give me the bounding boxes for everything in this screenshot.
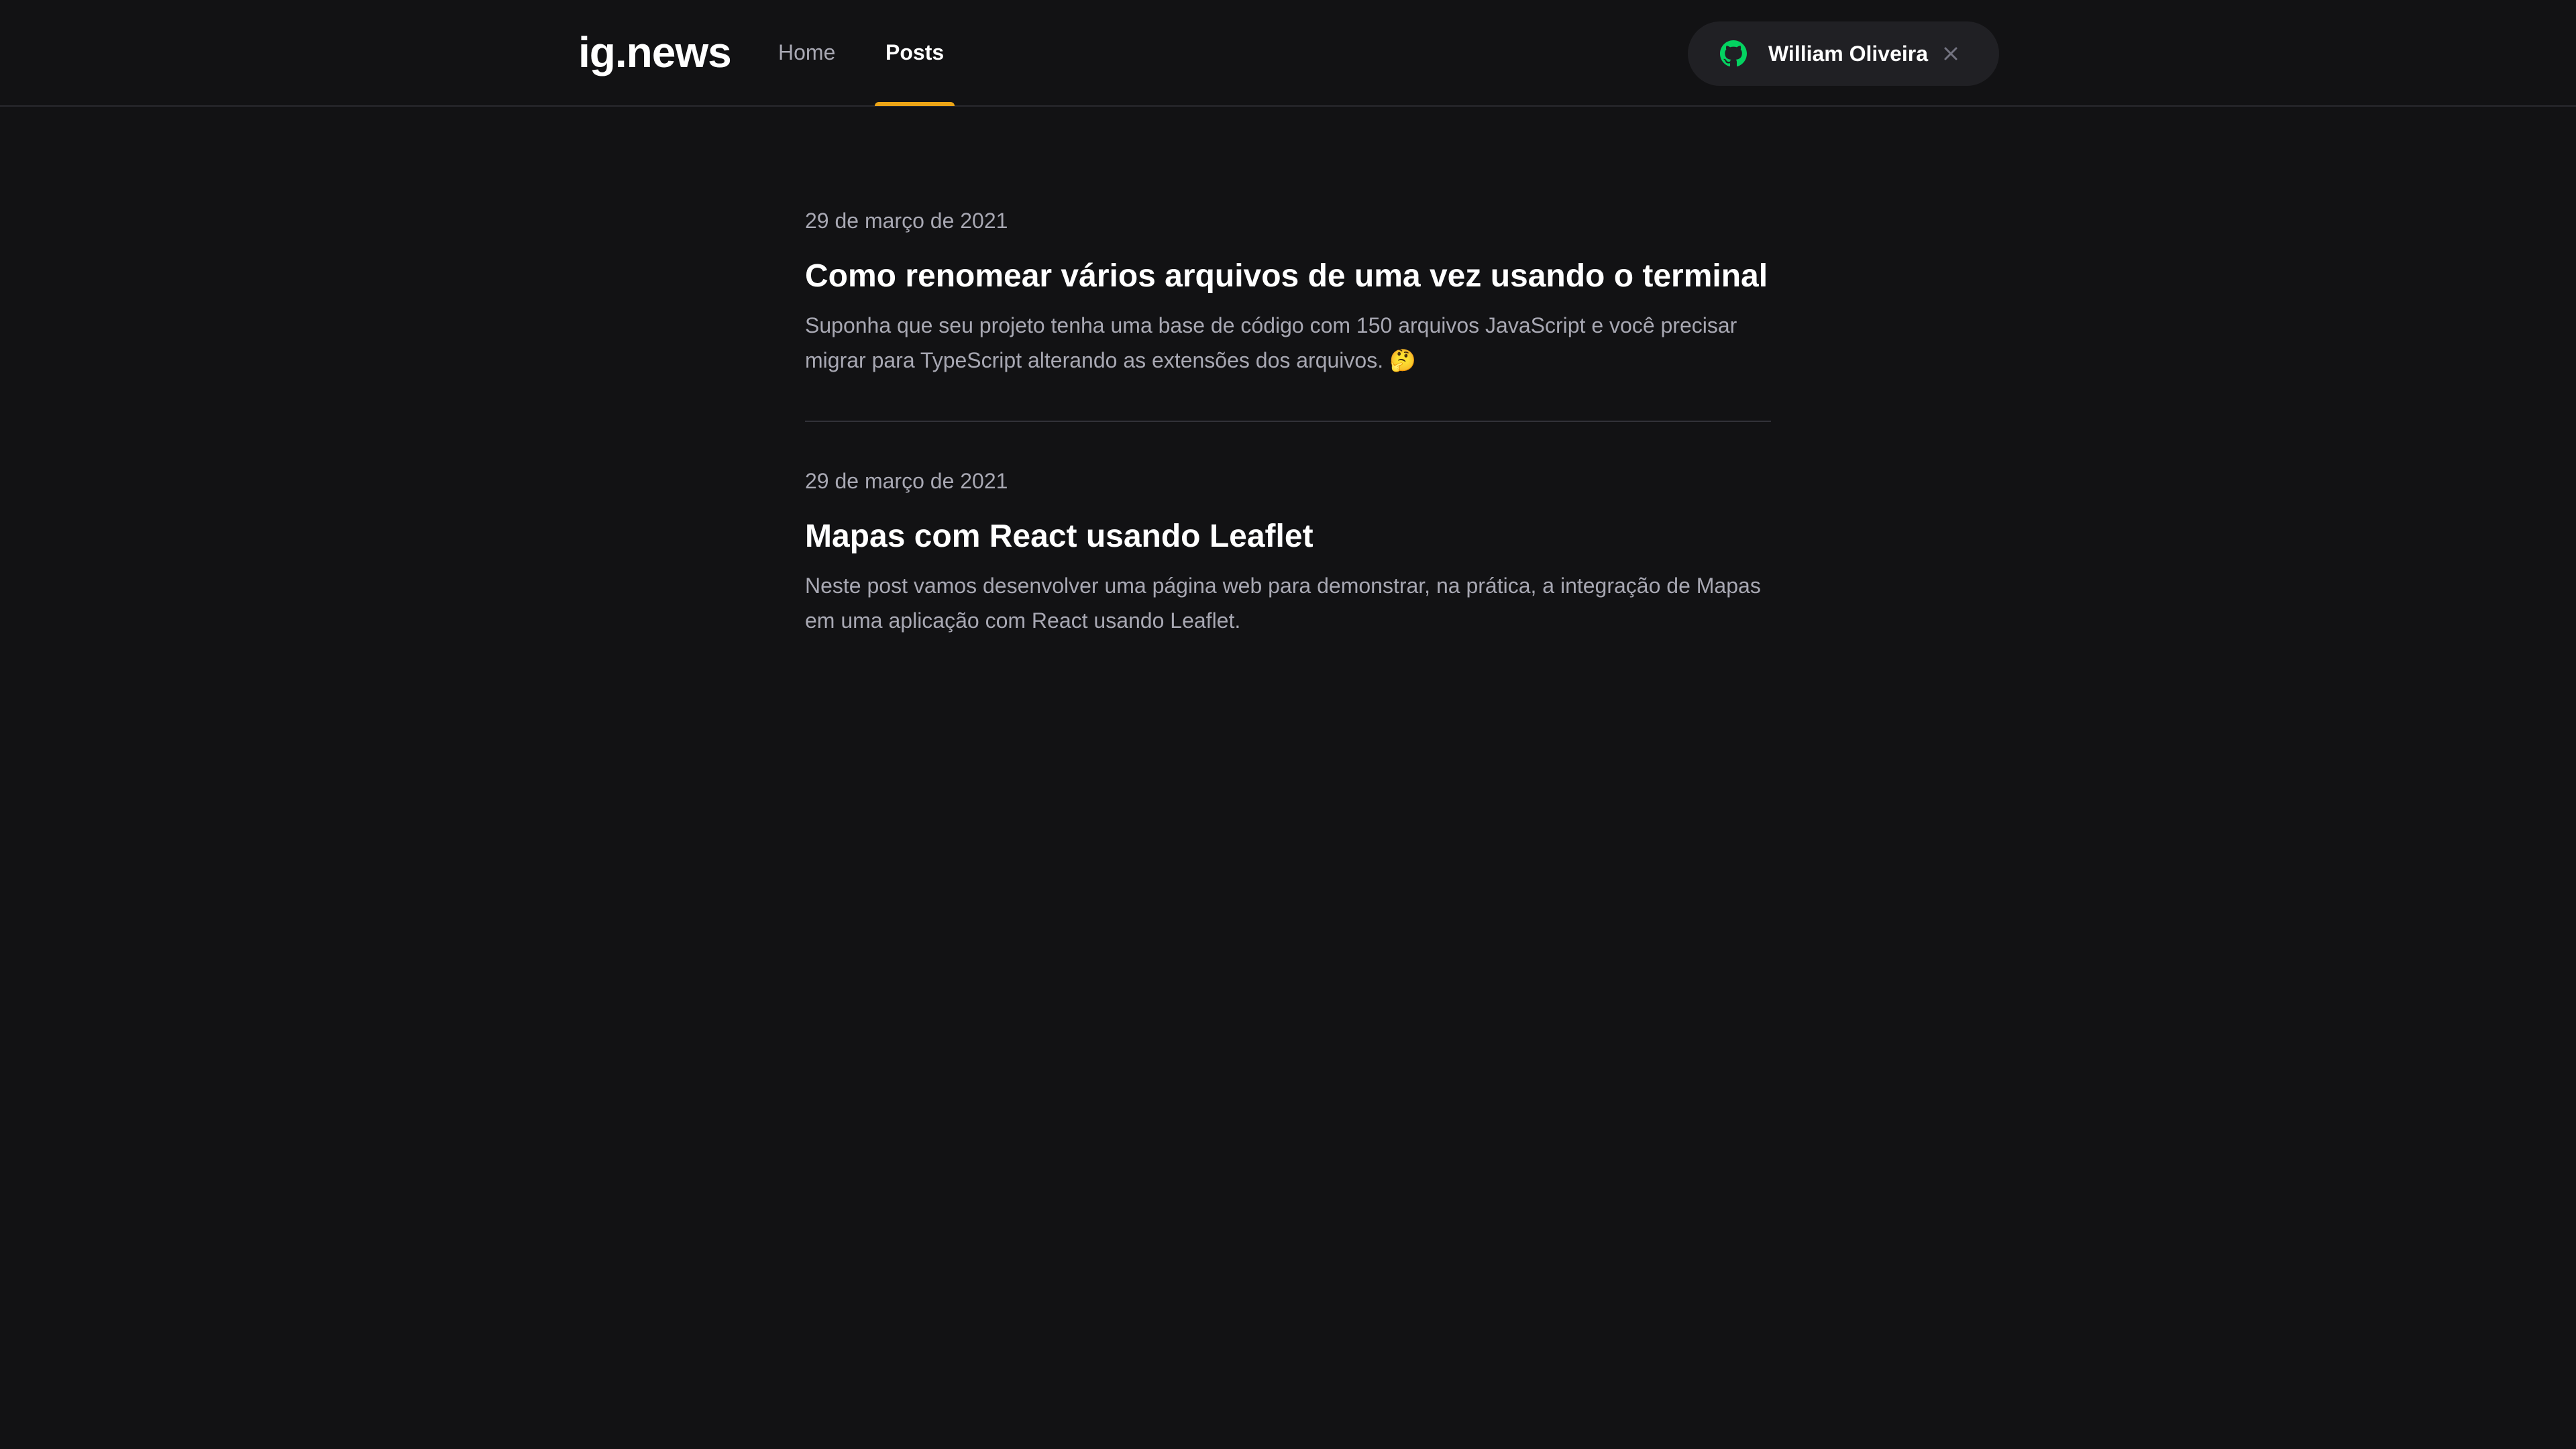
- site-header: ig.news Home Posts William Oliveira: [0, 0, 2576, 107]
- user-signout-button[interactable]: William Oliveira: [1688, 21, 1999, 86]
- post-excerpt: Suponha que seu projeto tenha uma base d…: [805, 313, 1737, 372]
- active-nav-indicator: [875, 102, 955, 106]
- header-container: ig.news Home Posts William Oliveira: [577, 0, 1999, 106]
- github-icon: [1720, 40, 1747, 67]
- nav-link-posts-label: Posts: [885, 40, 945, 64]
- post-excerpt: Neste post vamos desenvolver uma página …: [805, 574, 1761, 633]
- nav-link-home[interactable]: Home: [778, 0, 835, 105]
- site-logo[interactable]: ig.news: [578, 25, 732, 79]
- post-item[interactable]: 29 de março de 2021 Mapas com React usan…: [805, 465, 1771, 638]
- user-name: William Oliveira: [1768, 42, 1929, 66]
- close-icon[interactable]: [1940, 43, 1962, 64]
- post-title: Como renomear vários arquivos de uma vez…: [805, 258, 1768, 294]
- posts-list: 29 de março de 2021 Como renomear vários…: [805, 107, 1771, 638]
- post-date: 29 de março de 2021: [805, 469, 1008, 493]
- post-title: Mapas com React usando Leaflet: [805, 519, 1313, 554]
- post-item[interactable]: 29 de março de 2021 Como renomear vários…: [805, 205, 1771, 422]
- post-date: 29 de março de 2021: [805, 209, 1008, 233]
- nav-link-posts[interactable]: Posts: [875, 0, 955, 106]
